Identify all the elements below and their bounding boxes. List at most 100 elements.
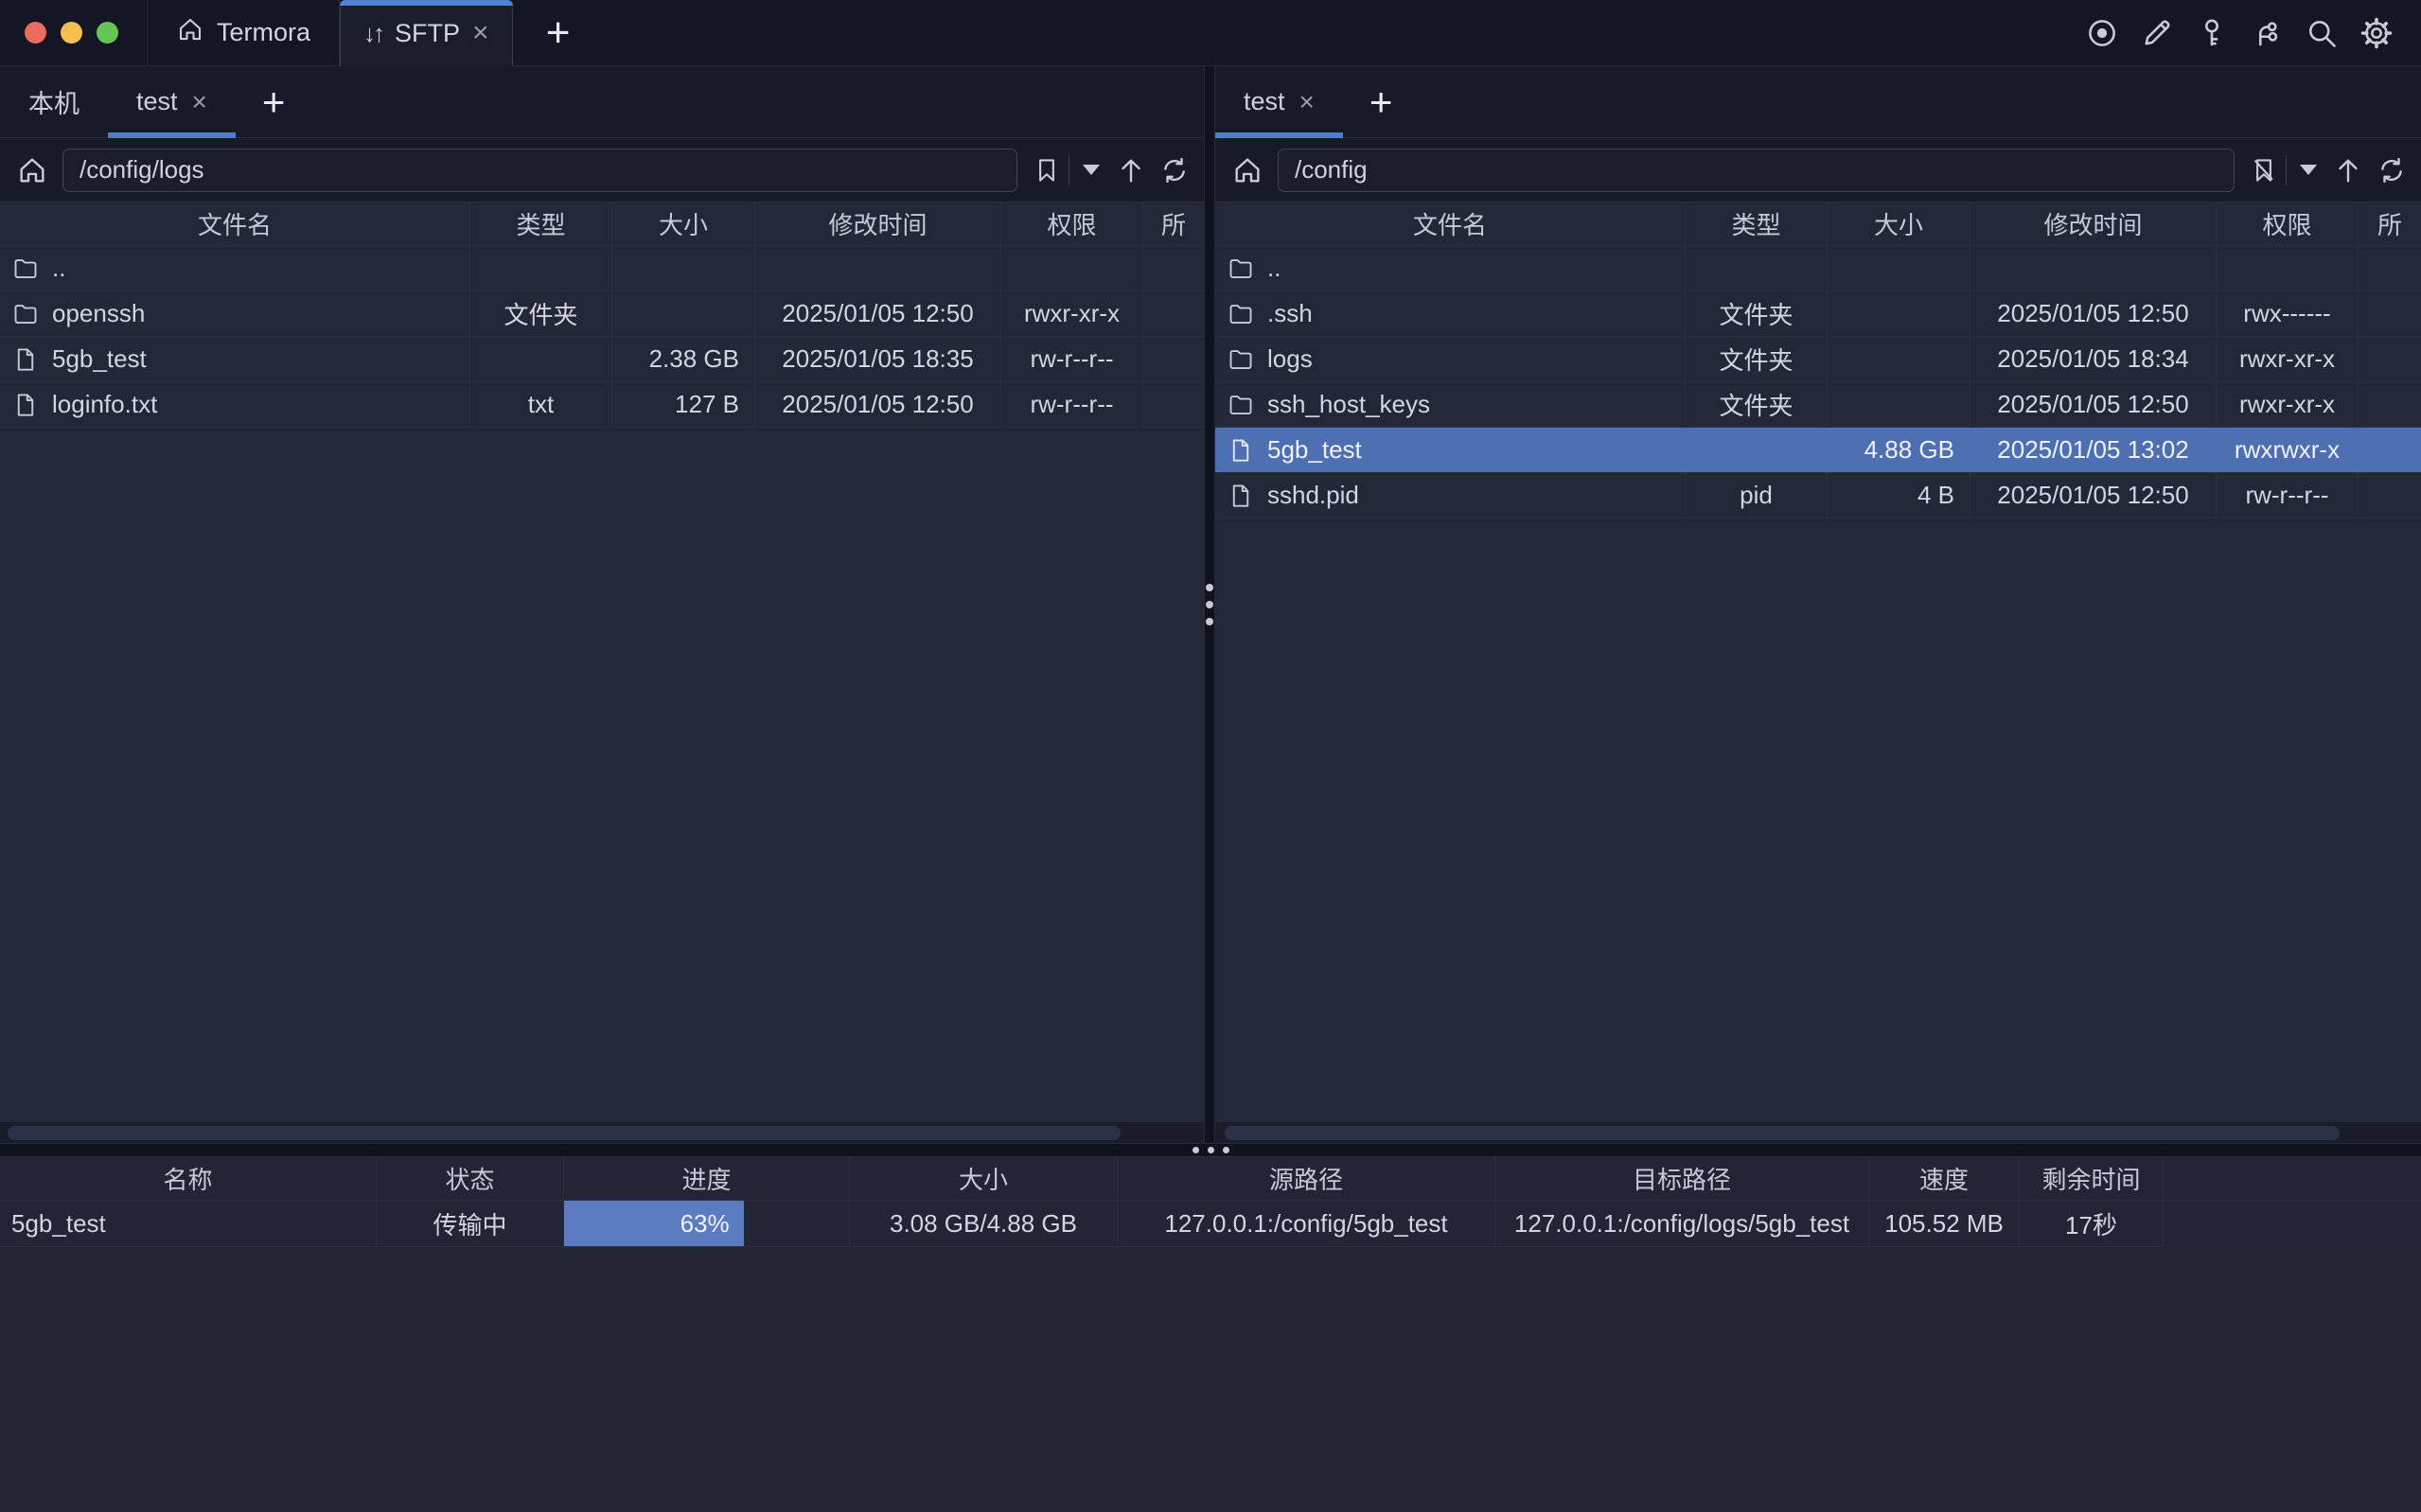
settings-icon[interactable] — [2359, 15, 2394, 51]
column-header-3[interactable]: 修改时间 — [1970, 202, 2217, 246]
key-icon[interactable] — [2194, 15, 2230, 51]
file-row-.ssh[interactable]: .ssh文件夹2025/01/05 12:50rwx------ — [1215, 291, 2421, 337]
transfer-column-header-4[interactable]: 源路径 — [1118, 1157, 1495, 1201]
file-row-sshd.pid[interactable]: sshd.pidpid4 B2025/01/05 12:50rw-r--r-- — [1215, 473, 2421, 519]
path-input[interactable] — [62, 149, 1017, 192]
file-row-..[interactable]: .. — [1215, 246, 2421, 291]
transfer-arrows-icon: ↓↑ — [363, 19, 382, 48]
edit-icon[interactable] — [2139, 15, 2175, 51]
file-name-cell: sshd.pid — [1215, 473, 1686, 519]
file-cell-size: 2.38 GB — [612, 337, 755, 382]
bookmark-dropdown-icon[interactable] — [1075, 149, 1107, 192]
refresh-icon[interactable] — [1155, 149, 1194, 192]
bookmark-dropdown-icon[interactable] — [2292, 149, 2324, 192]
file-cell-size — [1828, 246, 1970, 291]
column-header-0[interactable]: 文件名 — [0, 202, 470, 246]
pane-tab-label: test — [1244, 87, 1285, 116]
column-header-0[interactable]: 文件名 — [1215, 202, 1686, 246]
pane-tab-本机[interactable]: 本机 — [0, 66, 108, 137]
parent-directory-icon[interactable] — [1111, 149, 1151, 192]
file-cell-perm: rw-r--r-- — [1001, 382, 1143, 428]
file-cell-type: 文件夹 — [470, 291, 612, 337]
bookmark-icon[interactable] — [1031, 149, 1063, 192]
left-hscrollbar — [0, 1122, 1204, 1143]
tab-sftp-label: SFTP — [395, 19, 460, 48]
column-header-2[interactable]: 大小 — [1828, 202, 1970, 246]
transfer-cell-progress: 63% — [564, 1201, 850, 1247]
progress-label: 63% — [680, 1209, 730, 1239]
home-directory-button[interactable] — [1225, 154, 1270, 186]
transfer-panel-splitter[interactable] — [0, 1143, 2421, 1156]
column-header-4[interactable]: 权限 — [2217, 202, 2359, 246]
folder-icon — [1227, 391, 1255, 419]
close-tab-icon[interactable]: × — [192, 89, 207, 115]
file-row-ssh_host_keys[interactable]: ssh_host_keys文件夹2025/01/05 12:50rwxr-xr-… — [1215, 382, 2421, 428]
transfer-column-header-2[interactable]: 进度 — [564, 1157, 850, 1201]
transfer-column-header-0[interactable]: 名称 — [0, 1157, 377, 1201]
scrollbar-thumb[interactable] — [1225, 1126, 2340, 1140]
transfer-column-header-6[interactable]: 速度 — [1869, 1157, 2020, 1201]
pane-tab-test[interactable]: test× — [108, 66, 236, 137]
app-home-tab[interactable]: Termora — [147, 0, 340, 65]
transfer-column-header-5[interactable]: 目标路径 — [1495, 1157, 1869, 1201]
file-row-..[interactable]: .. — [0, 246, 1204, 291]
column-header-2[interactable]: 大小 — [612, 202, 755, 246]
column-header-4[interactable]: 权限 — [1001, 202, 1143, 246]
file-cell-mtime: 2025/01/05 12:50 — [1970, 473, 2217, 519]
zoom-window-button[interactable] — [97, 22, 118, 44]
transfer-table-header: 名称状态进度大小源路径目标路径速度剩余时间 — [0, 1157, 2421, 1201]
tab-sftp[interactable]: ↓↑ SFTP × — [340, 0, 513, 66]
file-row-5gb_test[interactable]: 5gb_test4.88 GB2025/01/05 13:02rwxrwxr-x — [1215, 428, 2421, 473]
file-table-header-row: 文件名类型大小修改时间权限所 — [1215, 202, 2421, 246]
file-name-cell: .ssh — [1215, 291, 1686, 337]
right-path-actions — [2242, 149, 2412, 192]
titlebar-actions — [2084, 0, 2421, 65]
transfer-column-header-7[interactable]: 剩余时间 — [2020, 1157, 2164, 1201]
close-tab-icon[interactable]: × — [472, 19, 489, 47]
file-cell-type: 文件夹 — [1686, 382, 1828, 428]
record-icon[interactable] — [2084, 15, 2120, 51]
file-cell-mtime: 2025/01/05 18:34 — [1970, 337, 2217, 382]
folder-icon — [1227, 300, 1255, 328]
file-cell-type — [1686, 246, 1828, 291]
transfer-cell-size: 3.08 GB/4.88 GB — [850, 1201, 1118, 1247]
column-header-3[interactable]: 修改时间 — [755, 202, 1001, 246]
home-directory-button[interactable] — [9, 154, 55, 186]
column-header-5[interactable]: 所 — [2359, 202, 2421, 246]
search-icon[interactable] — [2304, 15, 2340, 51]
transfer-row-5gb_test[interactable]: 5gb_test传输中63%3.08 GB/4.88 GB127.0.0.1:/… — [0, 1201, 2421, 1247]
transfer-table-rows: 5gb_test传输中63%3.08 GB/4.88 GB127.0.0.1:/… — [0, 1201, 2421, 1247]
file-cell-perm: rwxrwxr-x — [2217, 428, 2359, 473]
file-row-loginfo.txt[interactable]: loginfo.txttxt127 B2025/01/05 12:50rw-r-… — [0, 382, 1204, 428]
column-header-5[interactable]: 所 — [1143, 202, 1204, 246]
column-header-1[interactable]: 类型 — [470, 202, 612, 246]
file-name: sshd.pid — [1267, 481, 1359, 510]
file-name: 5gb_test — [1267, 435, 1362, 465]
scrollbar-thumb[interactable] — [8, 1126, 1121, 1140]
new-pane-tab-button[interactable]: + — [236, 66, 312, 137]
pane-tab-test[interactable]: test × — [1215, 66, 1343, 137]
new-terminal-tab-button[interactable]: + — [513, 0, 604, 65]
file-cell-owner — [2359, 291, 2421, 337]
parent-directory-icon[interactable] — [2328, 149, 2368, 192]
bookmark-slash-icon[interactable] — [2248, 149, 2280, 192]
file-icon — [11, 345, 40, 374]
file-name-cell: ssh_host_keys — [1215, 382, 1686, 428]
file-row-5gb_test[interactable]: 5gb_test2.38 GB2025/01/05 18:35rw-r--r-- — [0, 337, 1204, 382]
transfer-column-header-3[interactable]: 大小 — [850, 1157, 1118, 1201]
path-actions-separator — [2286, 155, 2287, 185]
file-row-logs[interactable]: logs文件夹2025/01/05 18:34rwxr-xr-x — [1215, 337, 2421, 382]
minimize-window-button[interactable] — [61, 22, 82, 44]
pane-splitter[interactable] — [1204, 66, 1215, 1143]
file-row-openssh[interactable]: openssh文件夹2025/01/05 12:50rwxr-xr-x — [0, 291, 1204, 337]
keychain-icon[interactable] — [2249, 15, 2285, 51]
transfer-column-header-1[interactable]: 状态 — [377, 1157, 564, 1201]
path-input[interactable] — [1278, 149, 2235, 192]
close-window-button[interactable] — [25, 22, 46, 44]
file-cell-perm: rwxr-xr-x — [2217, 337, 2359, 382]
new-pane-tab-button[interactable]: + — [1343, 66, 1420, 137]
close-tab-icon[interactable]: × — [1299, 89, 1315, 115]
file-cell-owner — [2359, 337, 2421, 382]
refresh-icon[interactable] — [2372, 149, 2412, 192]
column-header-1[interactable]: 类型 — [1686, 202, 1828, 246]
